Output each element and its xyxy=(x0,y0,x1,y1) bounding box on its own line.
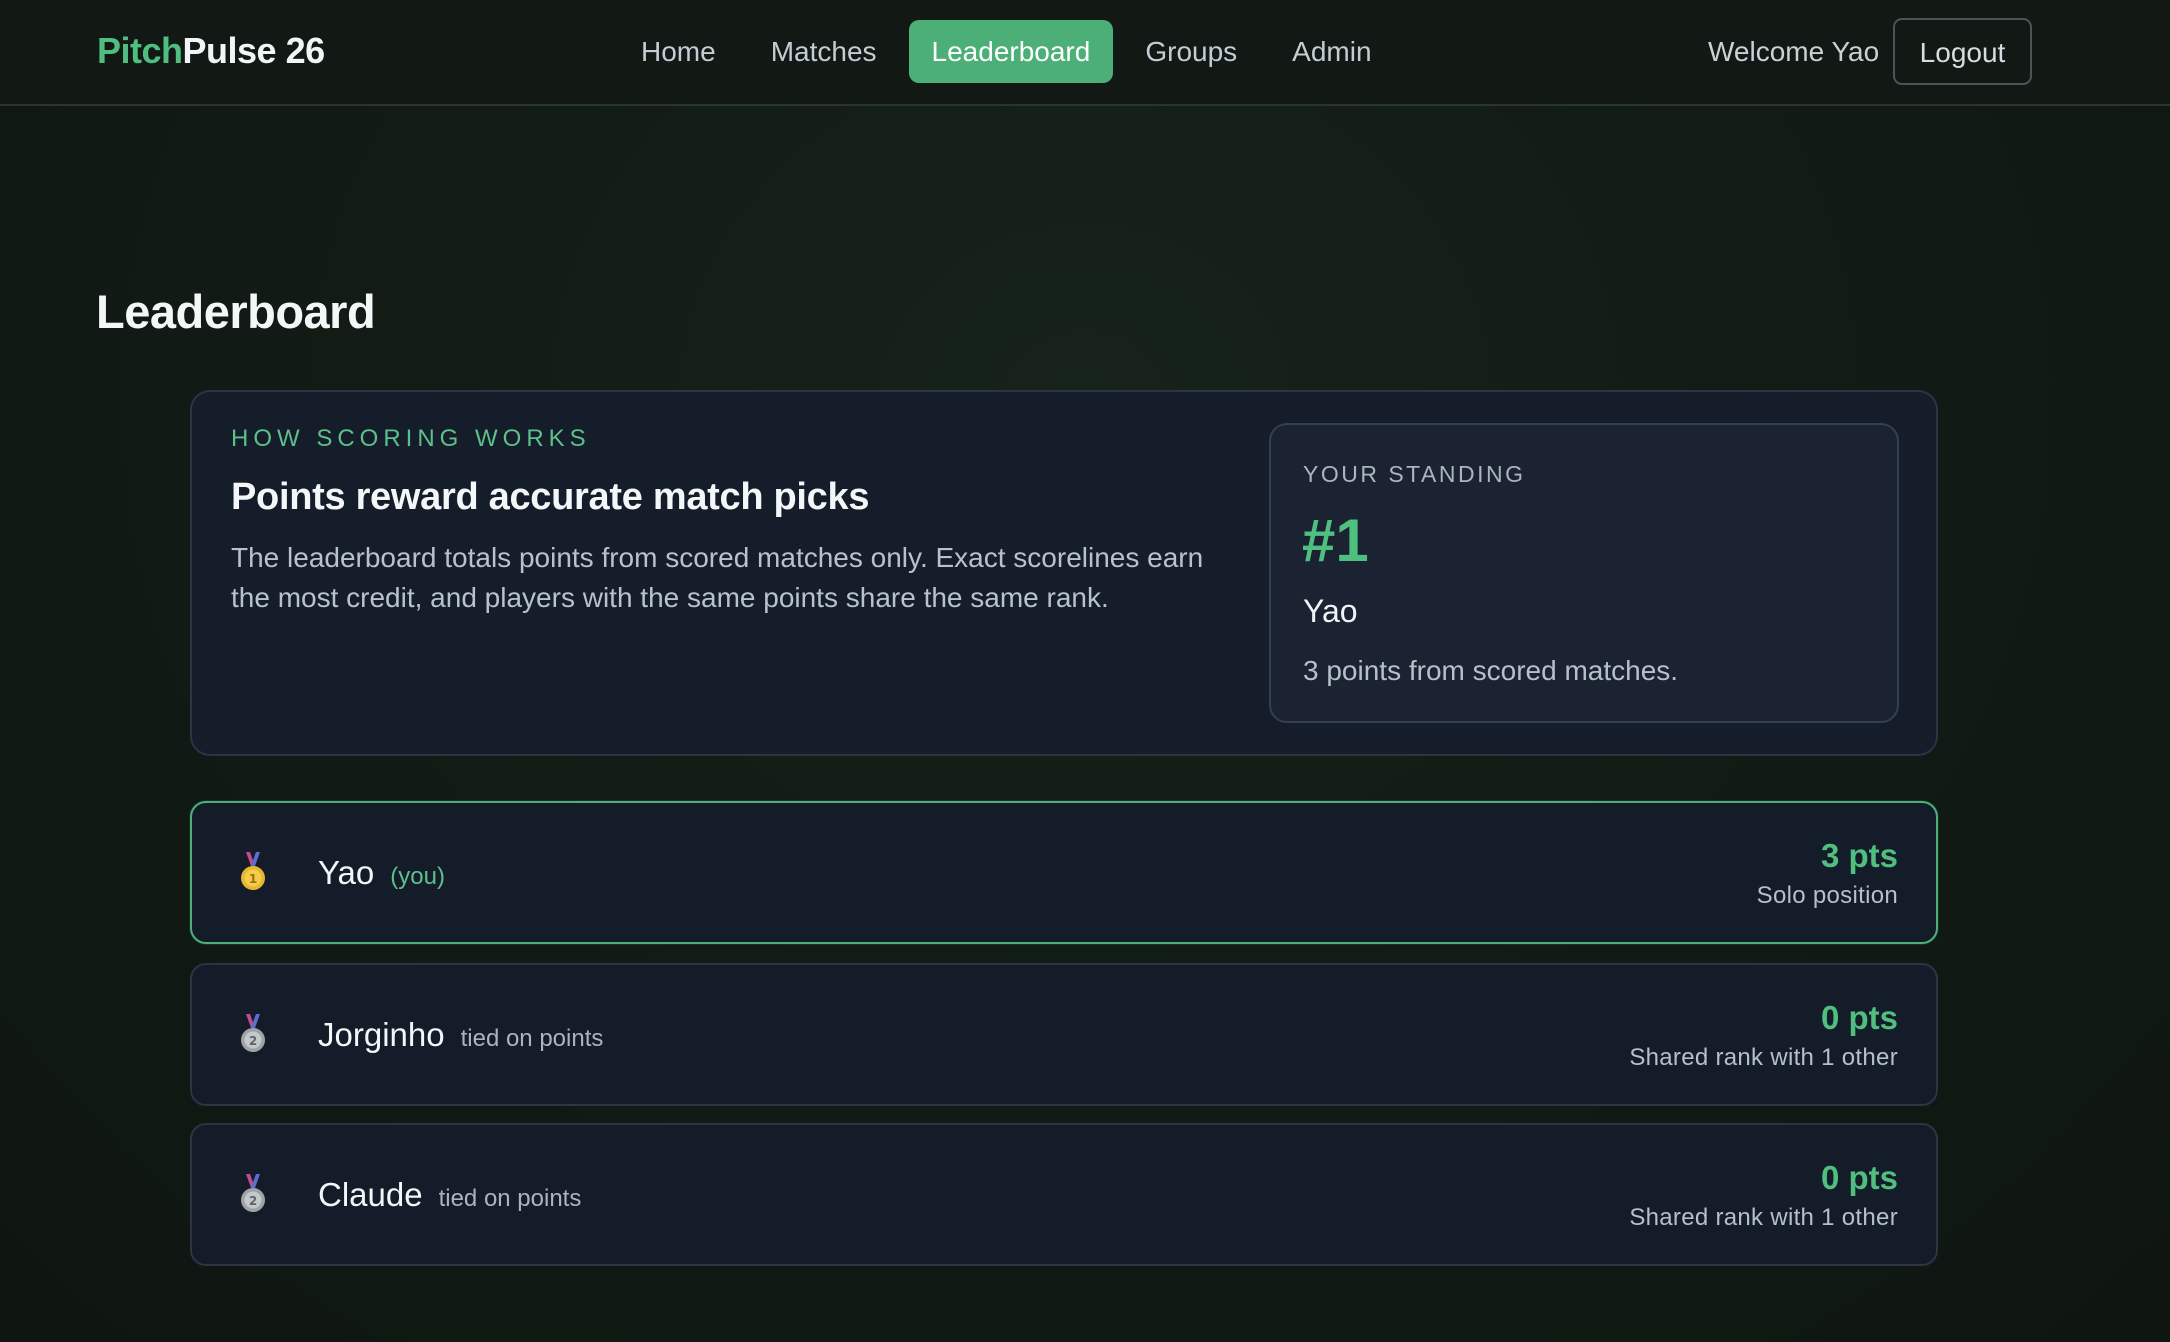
nav-matches[interactable]: Matches xyxy=(748,20,900,83)
scoring-info-card: HOW SCORING WORKS Points reward accurate… xyxy=(190,390,1938,756)
player-points: 0 pts xyxy=(1820,999,1898,1036)
player-tag: (you) xyxy=(390,862,445,890)
logout-button[interactable]: Logout xyxy=(1893,18,2032,85)
nav-home[interactable]: Home xyxy=(618,20,739,83)
points-block: 0 pts Shared rank with 1 other xyxy=(1629,999,1898,1077)
leaderboard-row[interactable]: 2 Jorginho tied on points 0 pts Shared r… xyxy=(190,963,1938,1106)
player-points: 3 pts xyxy=(1820,837,1898,874)
player-name: Claude xyxy=(318,1175,423,1213)
svg-text:2: 2 xyxy=(249,1194,257,1208)
player-name: Jorginho xyxy=(318,1015,445,1053)
player-name-group: Yao (you) xyxy=(318,854,445,892)
brand-name-part2: Pulse 26 xyxy=(182,30,326,71)
nav-leaderboard[interactable]: Leaderboard xyxy=(908,20,1114,83)
scoring-eyebrow: HOW SCORING WORKS xyxy=(231,425,591,452)
player-tag: tied on points xyxy=(438,1184,582,1212)
page-title: Leaderboard xyxy=(96,285,376,338)
standing-rank: #1 xyxy=(1302,507,1369,574)
svg-text:2: 2 xyxy=(249,1034,257,1048)
points-block: 3 pts Solo position xyxy=(1757,837,1898,915)
silver-medal-icon: 2 xyxy=(241,1013,265,1052)
your-standing-panel: YOUR STANDING #1 Yao 3 points from score… xyxy=(1269,423,1899,723)
main-nav: Home Matches Leaderboard Groups Admin xyxy=(618,20,1404,83)
player-points: 0 pts xyxy=(1820,1159,1898,1196)
gold-medal-icon: 1 xyxy=(241,851,265,890)
silver-medal-icon: 2 xyxy=(241,1173,265,1212)
scoring-description: The leaderboard totals points from score… xyxy=(231,542,1204,613)
brand-name-part1: Pitch xyxy=(97,30,183,71)
player-name-group: Jorginho tied on points xyxy=(318,1016,603,1054)
rank-note: Shared rank with 1 other xyxy=(1629,1044,1898,1071)
player-name: Yao xyxy=(318,853,375,891)
leaderboard-row[interactable]: 1 Yao (you) 3 pts Solo position xyxy=(190,801,1938,944)
points-block: 0 pts Shared rank with 1 other xyxy=(1629,1159,1898,1237)
player-tag: tied on points xyxy=(460,1024,604,1052)
standing-name: Yao xyxy=(1303,593,1358,629)
standing-label: YOUR STANDING xyxy=(1303,461,1526,487)
brand-logo[interactable]: PitchPulse 26 xyxy=(97,28,325,74)
scoring-heading: Points reward accurate match picks xyxy=(231,476,870,518)
welcome-text: Welcome Yao xyxy=(1708,36,1880,67)
top-navbar: PitchPulse 26 Home Matches Leaderboard G… xyxy=(0,0,2170,106)
leaderboard-row[interactable]: 2 Claude tied on points 0 pts Shared ran… xyxy=(190,1123,1938,1266)
svg-text:1: 1 xyxy=(249,872,257,886)
standing-summary: 3 points from scored matches. xyxy=(1303,655,1679,686)
rank-note: Shared rank with 1 other xyxy=(1629,1204,1898,1231)
nav-groups[interactable]: Groups xyxy=(1122,20,1260,83)
player-name-group: Claude tied on points xyxy=(318,1176,581,1214)
nav-admin[interactable]: Admin xyxy=(1269,20,1394,83)
rank-note: Solo position xyxy=(1756,882,1898,909)
